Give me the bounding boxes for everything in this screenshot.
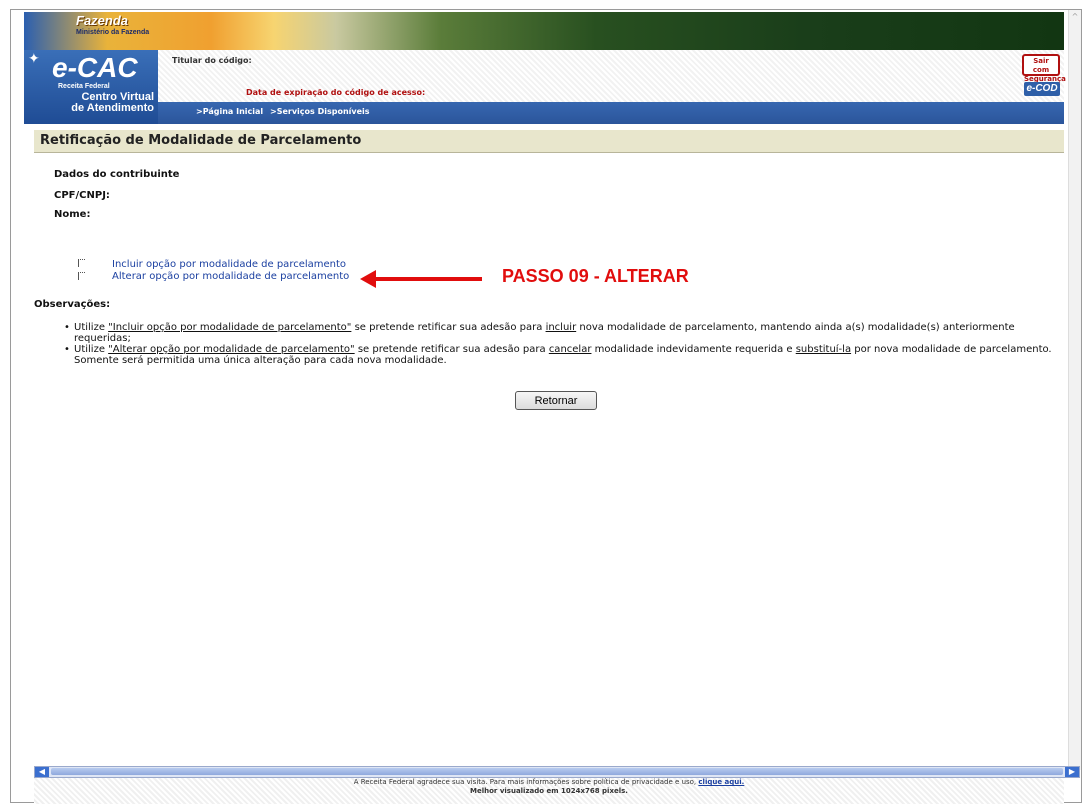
scroll-up-icon[interactable]: ^ [1069, 10, 1081, 24]
retornar-button[interactable]: Retornar [515, 391, 597, 410]
passo-annotation: PASSO 09 - ALTERAR [502, 266, 689, 286]
incluir-opcao-link[interactable]: Incluir opção por modalidade de parcelam… [112, 259, 346, 270]
footer-line2: Melhor visualizado em 1024x768 pixels. [470, 787, 628, 795]
scroll-left-icon[interactable]: ◀ [35, 767, 49, 777]
page-title-bar: Retificação de Modalidade de Parcelament… [34, 130, 1064, 153]
cpf-cnpj-label: CPF/CNPJ: [54, 190, 110, 201]
logo-receita-text: Receita Federal [58, 83, 110, 90]
option-bullet-icon [78, 259, 85, 267]
page-title: Retificação de Modalidade de Parcelament… [40, 133, 362, 148]
dados-contribuinte-label: Dados do contribuinte [54, 169, 180, 180]
scroll-right-icon[interactable]: ▶ [1065, 767, 1079, 777]
ministerio-subtitle: Ministério da Fazenda [76, 29, 150, 36]
titular-label: Titular do código: [172, 56, 252, 65]
logo-centro-text: Centro Virtual de Atendimento [30, 92, 154, 114]
nav-servicos-disponiveis[interactable]: >Serviços Disponíveis [270, 107, 370, 116]
fazenda-title: Fazenda [76, 13, 129, 28]
site-header: Fazenda Ministério da Fazenda ✦ e-CAC Re… [24, 12, 1066, 124]
list-item: Utilize "Alterar opção por modalidade de… [62, 344, 1062, 366]
sair-label-line1: Sair com [1032, 57, 1050, 74]
annotation-arrow-icon [360, 270, 482, 288]
expiracao-label: Data de expiração do código de acesso: [246, 88, 426, 97]
page-footer: A Receita Federal agradece sua visita. P… [34, 778, 1064, 804]
horizontal-scrollbar[interactable]: ◀ ▶ [34, 766, 1080, 778]
ecac-logo[interactable]: ✦ e-CAC Receita Federal Centro Virtual d… [24, 50, 158, 124]
fazenda-banner: Fazenda Ministério da Fazenda [24, 12, 1064, 50]
nav-pagina-inicial[interactable]: >Página Inicial [196, 107, 263, 116]
nome-label: Nome: [54, 209, 91, 220]
ecod-badge[interactable]: e-COD [1024, 82, 1060, 96]
logo-ecac-text: e-CAC [52, 52, 138, 83]
scrollbar-thumb[interactable] [51, 768, 1063, 775]
alterar-opcao-link[interactable]: Alterar opção por modalidade de parcelam… [112, 271, 349, 282]
footer-line1: A Receita Federal agradece sua visita. P… [353, 778, 745, 786]
option-bullet-icon [78, 272, 85, 280]
sair-com-seguranca-button[interactable]: Sair com Segurança [1022, 54, 1066, 83]
user-info-area: Titular do código: Data de expiração do … [158, 50, 1066, 102]
observacoes-list: Utilize "Incluir opção por modalidade de… [62, 322, 1062, 366]
list-item: Utilize "Incluir opção por modalidade de… [62, 322, 1062, 344]
top-navbar: >Página Inicial >Serviços Disponíveis [158, 102, 1064, 124]
observacoes-label: Observações: [34, 299, 111, 310]
logo-star-icon: ✦ [28, 51, 40, 67]
logo-atendimento-line: de Atendimento [71, 102, 154, 114]
vertical-scrollbar[interactable]: ^ [1068, 10, 1081, 770]
clique-aqui-link[interactable]: clique aqui. [698, 778, 744, 786]
